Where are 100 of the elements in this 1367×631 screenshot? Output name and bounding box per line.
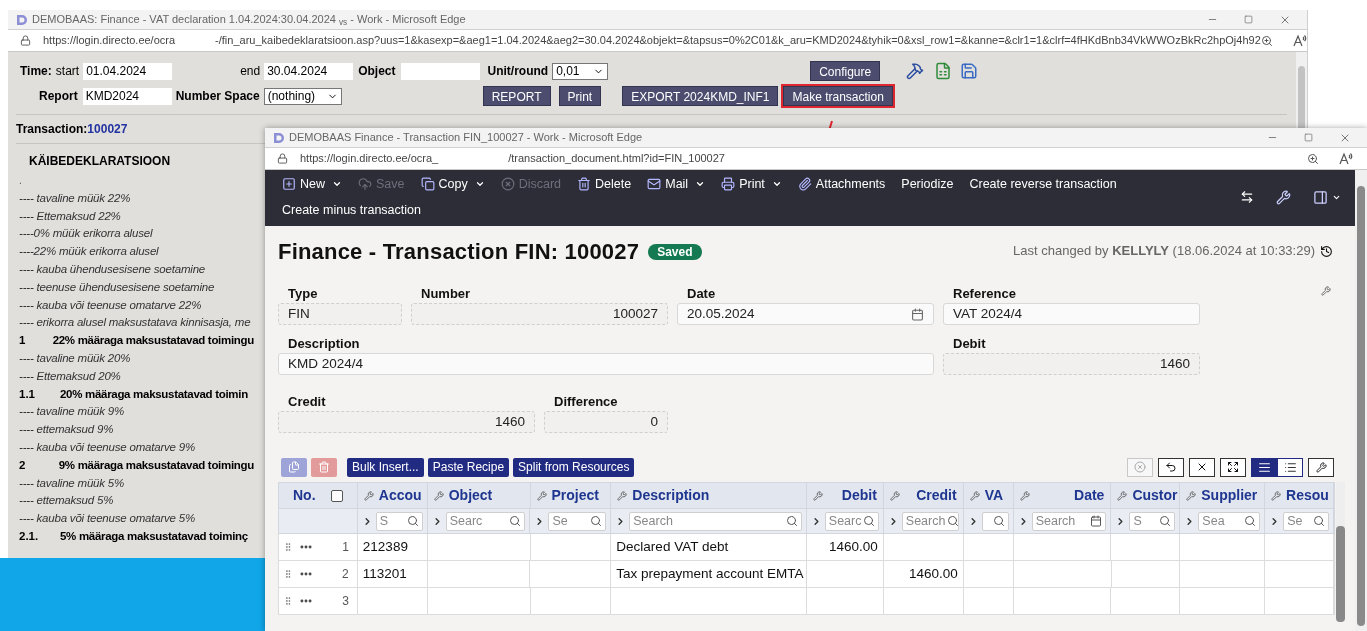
column-header[interactable]: Debit (806, 483, 884, 508)
row-number: 2 (342, 566, 350, 583)
drag-handle-icon[interactable] (283, 542, 293, 552)
end-date-field[interactable]: 30.04.2024 (264, 62, 354, 80)
column-header[interactable]: No. (293, 485, 316, 506)
column-header[interactable]: Description (611, 483, 807, 508)
transaction-link[interactable]: 100027 (87, 120, 128, 138)
description-field[interactable]: KMD 2024/4 (278, 353, 934, 375)
expand-button[interactable] (1220, 457, 1246, 477)
select-all-checkbox[interactable] (330, 489, 343, 502)
panel-icon (1313, 189, 1328, 205)
report-field[interactable]: KMD2024 (82, 87, 172, 105)
start-date-field[interactable]: 01.04.2024 (83, 62, 173, 80)
paperclip-icon (797, 177, 812, 191)
toolbar-button[interactable]: Mail (639, 171, 714, 197)
column-header[interactable]: Resou (1265, 483, 1334, 508)
excel-export-button[interactable] (1189, 457, 1215, 477)
object-field[interactable] (400, 62, 480, 80)
grid-action-button[interactable]: Split from Resources (513, 457, 635, 477)
lines-icon (1257, 460, 1271, 474)
search-icon (406, 515, 419, 527)
undo-button[interactable] (1158, 457, 1184, 477)
toolbar-button[interactable]: Delete (569, 171, 640, 197)
toolbar-button[interactable]: New (274, 171, 350, 197)
filter-field[interactable]: Se (1283, 511, 1329, 531)
toolbar-button[interactable]: EXPORT 2024KMD_INF1 (622, 86, 779, 106)
layout-dropdown[interactable] (1313, 189, 1341, 205)
read-aloud-icon[interactable] (1339, 152, 1353, 165)
lock-icon (277, 153, 288, 164)
filter-field[interactable]: S (375, 511, 423, 531)
drag-handle-icon[interactable] (283, 569, 293, 579)
swap-icon[interactable] (1240, 190, 1254, 204)
hammer-icon[interactable] (906, 62, 925, 80)
filter-field[interactable]: Search (629, 511, 802, 531)
number-field: 100027 (411, 303, 668, 325)
toolbar-button[interactable]: Create minus transaction (274, 197, 429, 223)
zoom-icon[interactable] (1307, 152, 1319, 165)
view-toggle-button[interactable] (1251, 457, 1277, 477)
field-label: Object (358, 63, 396, 80)
toolbar-button[interactable]: Print (558, 86, 602, 106)
column-header[interactable]: Supplier (1180, 483, 1266, 508)
toolbar-button[interactable]: REPORT (482, 86, 551, 106)
report-title: KÄIBEDEKLARATSIOON (28, 153, 171, 170)
filter-field[interactable]: Sea (1198, 511, 1261, 531)
new-document-icon (282, 177, 296, 191)
calendar-icon[interactable] (911, 307, 924, 321)
field-label: Type (288, 285, 318, 303)
filter-field[interactable]: Search (1031, 511, 1107, 531)
zoom-icon[interactable] (1260, 34, 1273, 47)
report-line: ----22% müük erikorra alusel (19, 245, 159, 258)
column-header[interactable]: Custor (1111, 483, 1181, 508)
filter-field[interactable]: Searc (445, 511, 526, 531)
date-field[interactable]: 20.05.2024 (677, 303, 934, 325)
filter-field[interactable]: Se (548, 511, 607, 531)
report-line: ---- teenuse ühendusesisene soetamine (19, 280, 215, 293)
column-header[interactable]: Accou (357, 483, 428, 508)
toolbar-button[interactable]: Attachments (789, 171, 894, 197)
column-header[interactable]: Credit (883, 483, 964, 508)
toolbar-button[interactable]: Print (713, 171, 790, 197)
table-cell-text: Declared VAT debt (616, 537, 729, 556)
history-icon[interactable] (1320, 244, 1333, 258)
column-header[interactable]: Project (530, 483, 612, 508)
undo-icon (1165, 461, 1177, 473)
toolbar-button[interactable]: Copy (412, 171, 493, 197)
column-header[interactable]: Date (1013, 483, 1112, 508)
toolbar-button[interactable]: Make transaction (783, 86, 893, 106)
toolbar-button[interactable]: Create reverse transaction (961, 171, 1125, 197)
column-header[interactable]: VA (963, 483, 1014, 508)
search-icon (1159, 515, 1172, 527)
calendar-icon[interactable] (1090, 515, 1103, 527)
drag-handle-icon[interactable] (283, 596, 293, 606)
wrench-icon (1186, 490, 1197, 501)
configure-button[interactable]: Configure (810, 61, 881, 81)
app-logo-icon (273, 131, 285, 144)
caret-icon (474, 179, 485, 189)
report-line: ---- ettemaksud 9% (19, 423, 114, 436)
grid-settings-button[interactable] (1308, 457, 1334, 477)
report-line: ---- kauba või teenuse omatarve 5% (19, 512, 195, 525)
grid-action-button[interactable]: Paste Recipe (427, 457, 510, 477)
address-bar[interactable]: https://login.directo.ee/ocra_ /transaction_document.html?id=FIN_100027 (265, 148, 1367, 170)
caret-icon (332, 179, 342, 189)
filter-field[interactable]: Search (901, 511, 959, 531)
toolbar-button[interactable]: Periodize (893, 171, 962, 197)
column-header[interactable]: Object (427, 483, 531, 508)
debit-field: 1460 (943, 353, 1200, 375)
spreadsheet-icon[interactable] (934, 62, 953, 80)
search-icon (1313, 515, 1325, 527)
filter-field[interactable]: Searc (824, 511, 879, 531)
report-line: ----0% müük erikorra alusel (19, 227, 153, 240)
grid-action-button[interactable]: Bulk Insert... (347, 457, 424, 477)
unit-round-select[interactable]: 0,01 (552, 62, 609, 80)
reference-field[interactable]: VAT 2024/4 (943, 303, 1200, 325)
view-toggle-button[interactable] (1277, 457, 1303, 477)
filter-field[interactable] (981, 511, 1009, 531)
wrench-icon (889, 490, 900, 501)
url-text: https://login.directo.ee/ocra (43, 33, 176, 49)
filter-field[interactable]: S (1129, 511, 1176, 531)
read-aloud-icon[interactable] (1292, 34, 1307, 47)
number-space-select[interactable]: (nothing) (263, 87, 342, 105)
table-cell-text: 113201 (362, 564, 407, 583)
